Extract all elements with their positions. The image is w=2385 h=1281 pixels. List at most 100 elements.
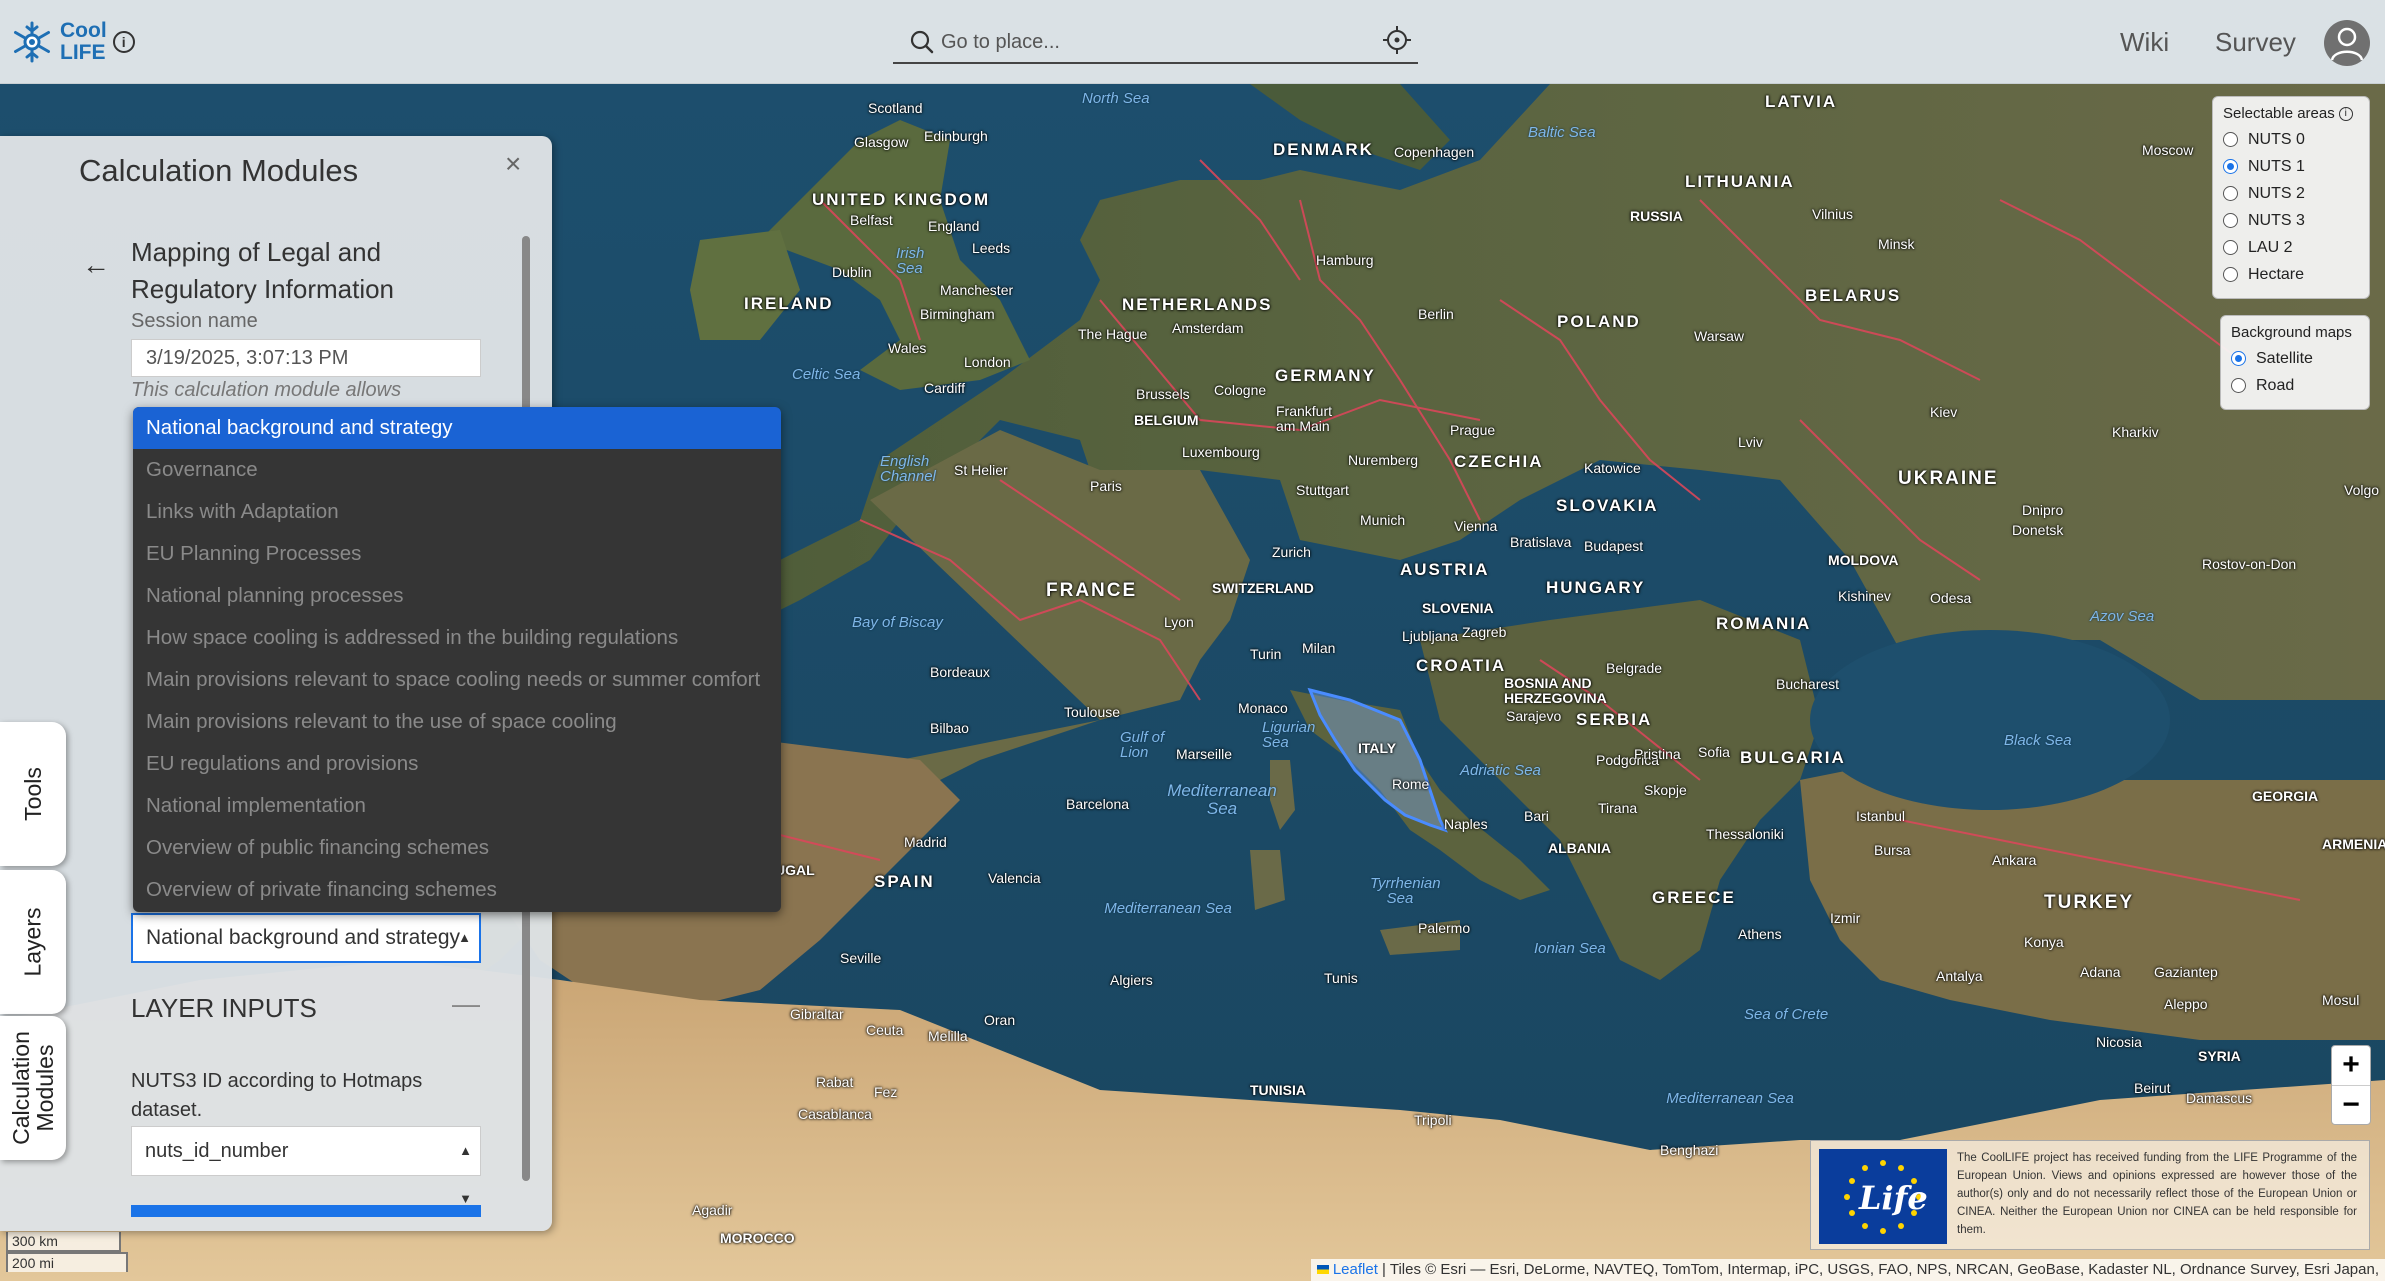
map-label-sea: Sea of Crete	[1744, 1006, 1829, 1023]
map-label-austria: AUSTRIA	[1400, 560, 1490, 579]
info-icon[interactable]: i	[2338, 106, 2353, 121]
map-label-city: Bursa	[1874, 842, 1911, 858]
map-label-city: Copenhagen	[1394, 144, 1475, 160]
nav-wiki-link[interactable]: Wiki	[2120, 27, 2169, 58]
brand-name: Cool LIFE	[60, 20, 107, 64]
radio-button[interactable]	[2223, 267, 2238, 282]
map-label-city: Rabat	[816, 1074, 854, 1090]
background-maps-panel: Background maps Satellite Road	[2220, 315, 2370, 410]
tab-tools[interactable]: Tools	[0, 722, 66, 866]
dropdown-option[interactable]: National background and strategy	[133, 407, 781, 449]
radio-button-selected[interactable]	[2223, 159, 2238, 174]
map-label-sea: Celtic Sea	[792, 366, 861, 383]
tab-calculation-modules[interactable]: Calculation Modules	[0, 1016, 66, 1160]
map-label-france: FRANCE	[1046, 580, 1138, 601]
map-label-bulgaria: BULGARIA	[1740, 748, 1846, 767]
map-label-city: Donetsk	[2012, 522, 2064, 538]
radio-nuts-2[interactable]: NUTS 2	[2223, 180, 2359, 207]
map-label-belarus: BELARUS	[1805, 286, 1902, 305]
map-label-city: Dublin	[832, 264, 872, 280]
map-label-czechia: CZECHIA	[1454, 452, 1544, 471]
map-label-city: Amsterdam	[1172, 320, 1244, 336]
select-arrows-icon: ▲▼	[458, 930, 471, 945]
map-label-city: Lyon	[1164, 614, 1194, 630]
radio-button[interactable]	[2223, 213, 2238, 228]
dropdown-option[interactable]: Main provisions relevant to the use of s…	[133, 701, 781, 743]
dropdown-option[interactable]: Overview of private financing schemes	[133, 869, 781, 911]
radio-button[interactable]	[2223, 240, 2238, 255]
map-label-city: Naples	[1444, 816, 1488, 832]
radio-hectare[interactable]: Hectare	[2223, 261, 2359, 288]
dropdown-option[interactable]: National planning processes	[133, 575, 781, 617]
map-label-serbia: SERBIA	[1576, 710, 1653, 729]
map-label-city: Marseille	[1176, 746, 1233, 762]
attribution-text: | Tiles © Esri — Esri, DeLorme, NAVTEQ, …	[1377, 1261, 2379, 1278]
user-avatar-icon[interactable]	[2324, 20, 2370, 66]
radio-button[interactable]	[2231, 378, 2246, 393]
tab-layers[interactable]: Layers	[0, 870, 66, 1014]
zoom-in-button[interactable]: +	[2332, 1046, 2370, 1086]
map-label-city: Konya	[2024, 934, 2064, 950]
map-label-city: Volgo	[2344, 482, 2380, 498]
tab-cm-line-2: Modules	[32, 1044, 59, 1132]
map-label-italy: ITALY	[1358, 740, 1397, 756]
map-label-city: Zagreb	[1462, 624, 1507, 640]
dropdown-option[interactable]: Overview of public financing schemes	[133, 827, 781, 869]
map-label-city: Ankara	[1992, 852, 2037, 868]
nav-survey-link[interactable]: Survey	[2215, 27, 2296, 58]
nuts-id-select[interactable]: nuts_id_number ▲ ▼	[131, 1126, 481, 1206]
dropdown-option[interactable]: National implementation	[133, 785, 781, 827]
map-label-bosnia: BOSNIA AND HERZEGOVINA	[1504, 675, 1607, 706]
back-arrow-icon[interactable]: ←	[82, 249, 110, 281]
run-button-partial[interactable]	[131, 1205, 481, 1217]
map-label-city: Madrid	[904, 834, 947, 850]
map-label-ukraine: UKRAINE	[1898, 468, 1999, 489]
radio-label: NUTS 2	[2248, 184, 2305, 202]
search-input[interactable]	[941, 30, 1361, 54]
map-label-city: Turin	[1250, 646, 1282, 662]
radio-nuts-1[interactable]: NUTS 1	[2223, 153, 2359, 180]
dropdown-option[interactable]: How space cooling is addressed in the bu…	[133, 617, 781, 659]
dropdown-option[interactable]: Main provisions relevant to space coolin…	[133, 659, 781, 701]
radio-button[interactable]	[2223, 186, 2238, 201]
map-label-city: Kishinev	[1838, 588, 1891, 604]
search-icon[interactable]	[909, 29, 935, 55]
map-label-city: Leeds	[972, 240, 1011, 256]
map-label-switzerland: SWITZERLAND	[1212, 580, 1314, 596]
radio-road[interactable]: Road	[2231, 372, 2359, 399]
dropdown-option[interactable]: Links with Adaptation	[133, 491, 781, 533]
map-label-city: Rostov-on-Don	[2202, 556, 2297, 572]
zoom-out-button[interactable]: −	[2332, 1086, 2370, 1126]
map-label-city: Sofia	[1698, 744, 1730, 760]
radio-nuts-3[interactable]: NUTS 3	[2223, 207, 2359, 234]
radio-label: NUTS 1	[2248, 157, 2305, 175]
radio-satellite[interactable]: Satellite	[2231, 345, 2359, 372]
locate-crosshair-icon[interactable]	[1382, 25, 1412, 55]
dropdown-option[interactable]: EU Planning Processes	[133, 533, 781, 575]
background-maps-title: Background maps	[2231, 324, 2352, 341]
module-description: This calculation module allows	[131, 379, 402, 401]
map-label-city: Belgrade	[1606, 660, 1663, 676]
ukraine-flag-icon	[1316, 1265, 1329, 1274]
dropdown-option[interactable]: Governance	[133, 449, 781, 491]
radio-nuts-0[interactable]: NUTS 0	[2223, 126, 2359, 153]
map-label-city: Bordeaux	[930, 664, 990, 680]
map-label-city: Manchester	[940, 282, 1014, 298]
tab-tools-label: Tools	[19, 767, 46, 821]
leaflet-link[interactable]: Leaflet	[1333, 1261, 1378, 1278]
map-label-city: Kharkiv	[2112, 424, 2159, 440]
radio-lau-2[interactable]: LAU 2	[2223, 234, 2359, 261]
collapse-icon[interactable]: —	[452, 988, 480, 1020]
map-label-albania: ALBANIA	[1548, 840, 1611, 856]
radio-button-selected[interactable]	[2231, 351, 2246, 366]
app-logo[interactable]: Cool LIFE i	[10, 20, 135, 64]
info-icon[interactable]: i	[112, 31, 135, 53]
session-name-label: Session name	[131, 310, 258, 332]
radio-button[interactable]	[2223, 132, 2238, 147]
map-label-city: The Hague	[1078, 326, 1148, 342]
category-select[interactable]: National background and strategy ▲▼	[131, 913, 481, 963]
dropdown-option[interactable]: EU regulations and provisions	[133, 743, 781, 785]
close-icon[interactable]: ×	[505, 148, 521, 180]
tab-cm-line-1: Calculation	[8, 1031, 35, 1145]
session-name-input[interactable]: 3/19/2025, 3:07:13 PM	[131, 339, 481, 377]
